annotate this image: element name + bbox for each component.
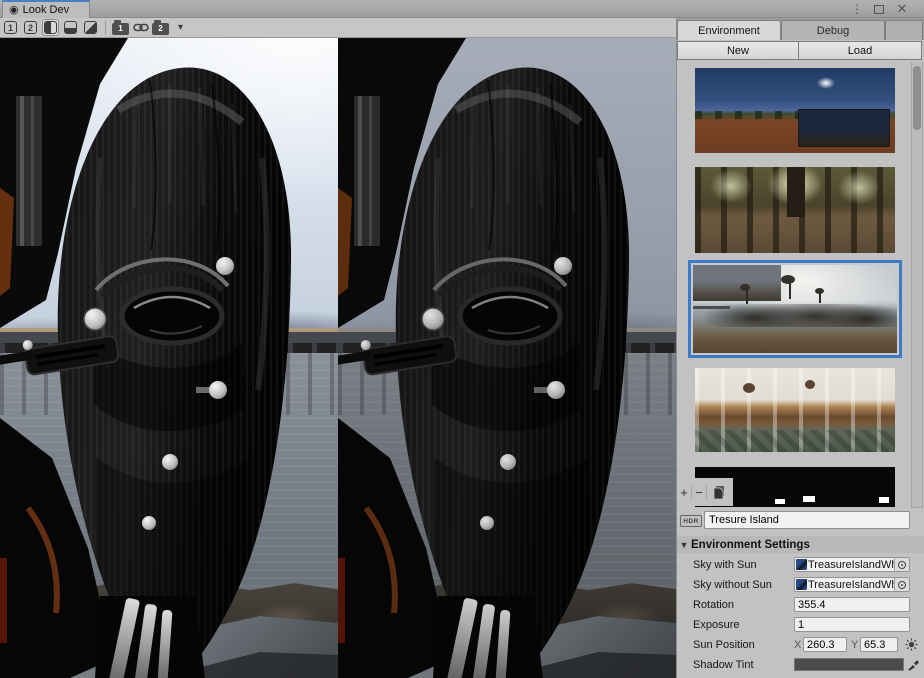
close-icon[interactable]: ✕ bbox=[893, 1, 911, 17]
sky-with-sun-row: Sky with Sun TreasureIslandWh bbox=[677, 556, 924, 573]
hdri-thumbnail-church[interactable] bbox=[695, 368, 895, 452]
exposure-row: Exposure bbox=[677, 616, 924, 633]
robot-head-render-1 bbox=[0, 38, 338, 678]
sun-position-y-field[interactable] bbox=[860, 637, 898, 652]
chandelier bbox=[805, 380, 815, 389]
scrollbar-thumb[interactable] bbox=[913, 66, 921, 130]
split-vertical-icon bbox=[44, 21, 57, 34]
x-axis-label: X bbox=[794, 639, 801, 651]
hdri-name-field[interactable] bbox=[704, 511, 910, 529]
toolbar-separator bbox=[105, 21, 106, 35]
camera-2-icon: 2 bbox=[152, 23, 169, 35]
section-title: Environment Settings bbox=[691, 539, 810, 551]
link-icon bbox=[133, 22, 149, 33]
hdri-list-actions: + − bbox=[677, 478, 733, 506]
view-1-icon: 1 bbox=[4, 21, 17, 34]
sun-position-row: Sun Position X Y bbox=[677, 636, 924, 653]
robot-head-render-2 bbox=[338, 38, 676, 678]
split-horizontal-icon bbox=[64, 21, 77, 34]
tab-debug[interactable]: Debug bbox=[781, 20, 885, 40]
object-picker-icon[interactable] bbox=[894, 577, 909, 592]
single-view-1-button[interactable]: 1 bbox=[2, 19, 19, 36]
duplicate-hdri-button[interactable] bbox=[707, 481, 729, 503]
chevron-down-icon: ▾ bbox=[174, 22, 187, 33]
panel-tab-strip: Environment Debug bbox=[677, 18, 924, 40]
eyedropper-button[interactable] bbox=[905, 657, 921, 673]
sun-position-x-field[interactable] bbox=[803, 637, 847, 652]
set-sun-position-button[interactable] bbox=[903, 637, 919, 653]
environment-settings-header[interactable]: ▼ Environment Settings bbox=[677, 536, 924, 553]
new-button[interactable]: New bbox=[677, 41, 799, 60]
cubemap-texture-icon bbox=[796, 579, 807, 590]
view-2-icon: 2 bbox=[24, 21, 37, 34]
look-dev-window: ◉ Look Dev ⋮ ✕ 1 2 1 2 ▾ bbox=[0, 0, 924, 678]
split-view-button[interactable] bbox=[62, 19, 79, 36]
lookdev-view-2[interactable] bbox=[338, 38, 676, 678]
split-diagonal-icon bbox=[84, 21, 97, 34]
window-menu-icon[interactable]: ⋮ bbox=[848, 1, 866, 17]
duplicate-icon bbox=[712, 485, 725, 499]
tree-trunk bbox=[787, 167, 805, 217]
hdr-badge: HDR bbox=[680, 515, 702, 527]
look-dev-tab[interactable]: ◉ Look Dev bbox=[2, 0, 90, 18]
palm-tree bbox=[781, 275, 795, 284]
pier-silhouette bbox=[693, 306, 730, 309]
camera-1-icon: 1 bbox=[112, 23, 129, 35]
sky-without-sun-object-field[interactable]: TreasureIslandWh bbox=[794, 577, 910, 592]
sun-icon bbox=[905, 638, 918, 651]
sky-without-sun-inset bbox=[693, 265, 781, 301]
shadow-tint-swatch[interactable] bbox=[794, 658, 904, 671]
hdri-name-row: HDR bbox=[677, 511, 924, 531]
rotation-field[interactable] bbox=[794, 597, 910, 612]
hdri-thumbnail-treasure-island[interactable] bbox=[688, 260, 902, 358]
title-bar: ◉ Look Dev ⋮ ✕ bbox=[0, 0, 924, 18]
cubemap-texture-icon bbox=[796, 559, 807, 570]
add-hdri-button[interactable]: + bbox=[677, 485, 692, 500]
load-button[interactable]: Load bbox=[798, 41, 922, 60]
camera-2-button[interactable]: 2 bbox=[152, 19, 169, 36]
camera-1-button[interactable]: 1 bbox=[112, 19, 129, 36]
zone-split-button[interactable] bbox=[82, 19, 99, 36]
chandelier bbox=[743, 383, 755, 393]
side-by-side-button[interactable] bbox=[42, 19, 59, 36]
tab-environment[interactable]: Environment bbox=[677, 20, 781, 40]
foldout-arrow-icon: ▼ bbox=[677, 540, 691, 550]
environment-panel: Environment Debug New Load bbox=[676, 18, 924, 678]
marble-floor bbox=[695, 430, 895, 452]
single-view-2-button[interactable]: 2 bbox=[22, 19, 39, 36]
sky-without-sun-inset bbox=[798, 109, 890, 147]
lookdev-view-1[interactable] bbox=[0, 38, 338, 678]
hdri-thumbnail-forest[interactable] bbox=[695, 167, 895, 253]
sun-glow bbox=[817, 77, 835, 89]
remove-hdri-button[interactable]: − bbox=[692, 485, 707, 500]
lookdev-viewport bbox=[0, 38, 676, 678]
sky-with-sun-object-field[interactable]: TreasureIslandWh bbox=[794, 557, 910, 572]
sky-without-sun-row: Sky without Sun TreasureIslandWh bbox=[677, 576, 924, 593]
hdri-thumbnail-desert[interactable] bbox=[695, 68, 895, 153]
maximize-icon[interactable] bbox=[870, 1, 888, 17]
eye-icon: ◉ bbox=[9, 5, 19, 16]
eyedropper-icon bbox=[907, 658, 920, 671]
window-title: Look Dev bbox=[23, 4, 69, 16]
object-picker-icon[interactable] bbox=[894, 557, 909, 572]
palm-tree bbox=[815, 288, 824, 294]
shadow-tint-row: Shadow Tint bbox=[677, 656, 924, 673]
y-axis-label: Y bbox=[851, 639, 858, 651]
exposure-field[interactable] bbox=[794, 617, 910, 632]
link-cameras-button[interactable] bbox=[132, 19, 149, 36]
tab-filler bbox=[885, 20, 923, 40]
rotation-row: Rotation bbox=[677, 596, 924, 613]
camera-dropdown-button[interactable]: ▾ bbox=[172, 19, 189, 36]
hdri-list-scrollbar[interactable] bbox=[911, 62, 923, 508]
lookdev-toolbar: 1 2 1 2 ▾ bbox=[0, 18, 676, 38]
